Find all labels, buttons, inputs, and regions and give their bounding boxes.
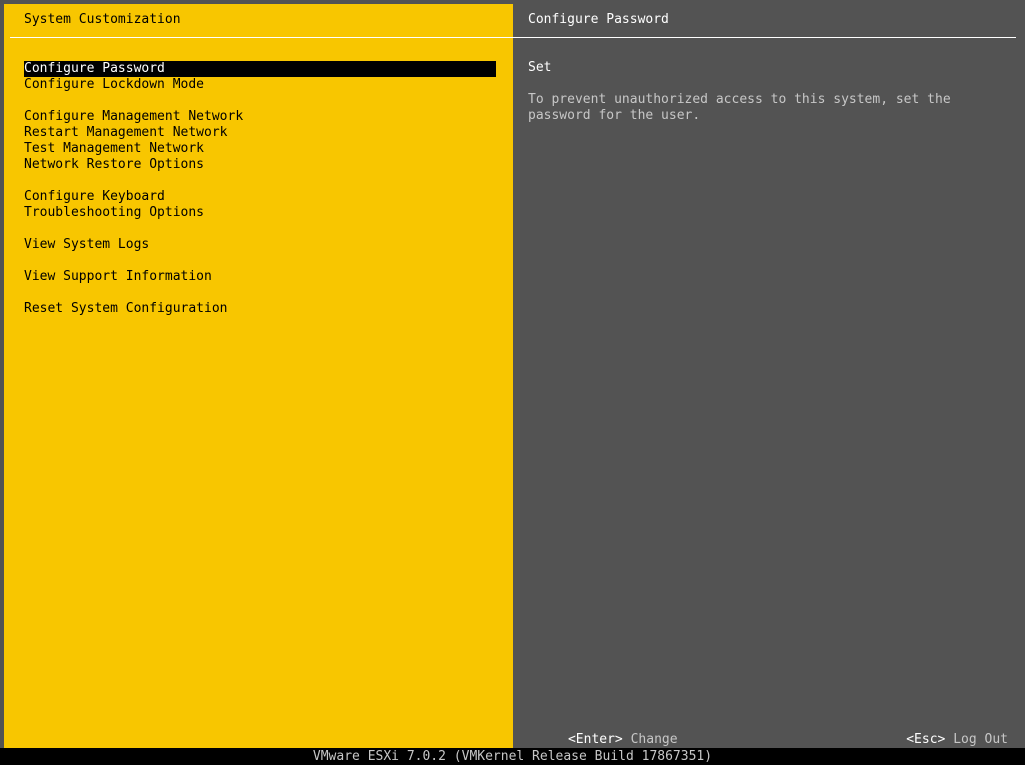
left-panel-divider <box>10 37 513 38</box>
logout-action-label: Log Out <box>953 732 1008 747</box>
menu-item-view-system-logs[interactable]: View System Logs <box>24 237 496 253</box>
change-action-label: Change <box>630 732 678 747</box>
window-border-right <box>1021 0 1025 748</box>
system-customization-panel: System Customization Configure Password C… <box>4 4 513 748</box>
version-status-bar: VMware ESXi 7.0.2 (VMKernel Release Buil… <box>0 748 1025 765</box>
menu-item-configure-password[interactable]: Configure Password <box>24 61 496 77</box>
password-status-value: Set <box>528 60 552 75</box>
detail-panel: Configure Password Set To prevent unauth… <box>513 4 1021 748</box>
menu-item-configure-lockdown-mode[interactable]: Configure Lockdown Mode <box>24 77 496 93</box>
dcui-window: System Customization Configure Password C… <box>0 0 1025 748</box>
system-customization-title: System Customization <box>24 12 181 27</box>
enter-key-label: <Enter> <box>567 732 623 747</box>
esc-key-label: <Esc> <box>906 732 946 747</box>
menu-item-reset-system-configuration[interactable]: Reset System Configuration <box>24 301 496 317</box>
detail-title: Configure Password <box>528 12 669 27</box>
detail-description: To prevent unauthorized access to this s… <box>528 92 951 123</box>
menu-item-network-restore-options[interactable]: Network Restore Options <box>24 157 496 173</box>
right-panel-divider <box>513 37 1016 38</box>
menu-item-troubleshooting-options[interactable]: Troubleshooting Options <box>24 205 496 221</box>
menu-item-configure-keyboard[interactable]: Configure Keyboard <box>24 189 496 205</box>
menu-item-test-management-network[interactable]: Test Management Network <box>24 141 496 157</box>
customization-menu: Configure Password Configure Lockdown Mod… <box>24 61 496 317</box>
menu-item-configure-management-network[interactable]: Configure Management Network <box>24 109 496 125</box>
menu-item-restart-management-network[interactable]: Restart Management Network <box>24 125 496 141</box>
menu-item-view-support-information[interactable]: View Support Information <box>24 269 496 285</box>
